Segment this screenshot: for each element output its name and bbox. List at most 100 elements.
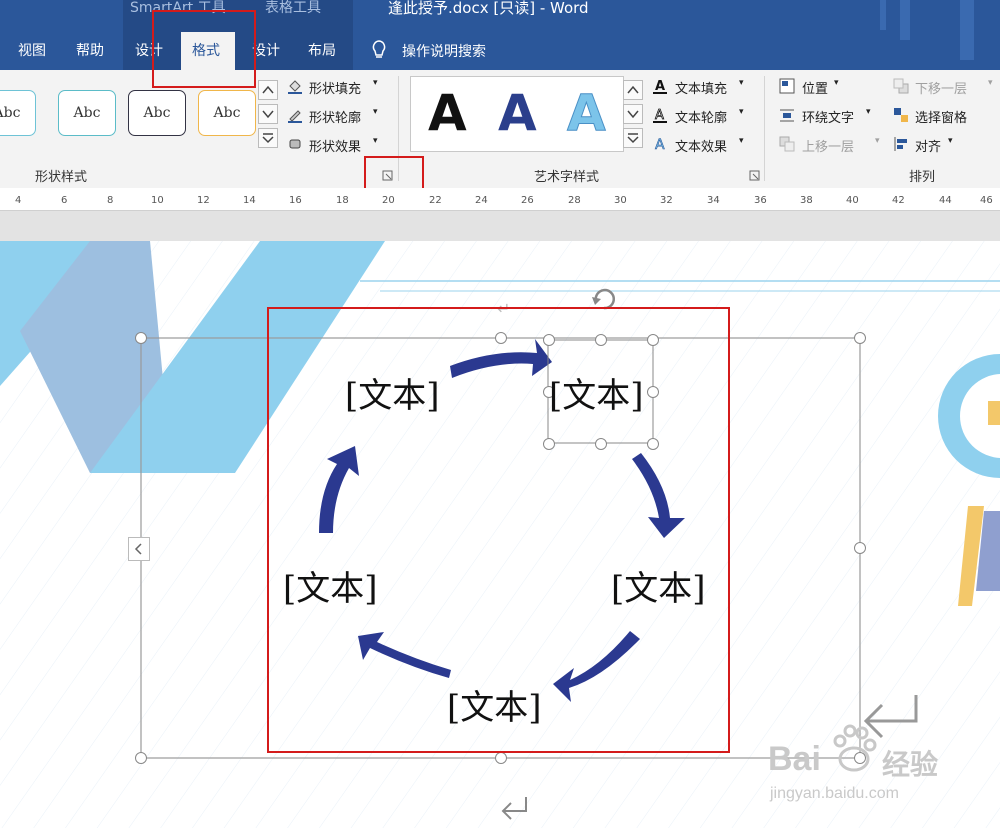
chevron-up-icon xyxy=(262,85,274,94)
gallery-more-icon xyxy=(627,133,639,144)
text-outline-button[interactable]: 文本轮廓 xyxy=(675,107,727,126)
dialog-launcher-icon[interactable] xyxy=(749,170,761,182)
tab-table-design[interactable]: 设计 xyxy=(252,40,280,60)
gallery-scroll-down[interactable] xyxy=(258,104,278,124)
wordart-scroll-down[interactable] xyxy=(623,104,643,124)
wordart-scroll-up[interactable] xyxy=(623,80,643,100)
chevron-down-icon: ▾ xyxy=(739,78,744,88)
wrap-text-button[interactable]: 环绕文字 xyxy=(802,107,854,126)
ruler-tick: 6 xyxy=(61,195,68,206)
ruler-tick: 32 xyxy=(660,195,673,206)
text-outline-icon: A xyxy=(653,108,667,123)
text-fill-button[interactable]: 文本填充 xyxy=(675,78,727,97)
chevron-down-icon xyxy=(627,110,639,119)
ruler-tick: 18 xyxy=(336,195,349,206)
svg-text:A: A xyxy=(655,79,665,94)
ruler-tick: 14 xyxy=(243,195,256,206)
ruler-tick: 34 xyxy=(707,195,720,206)
align-icon xyxy=(894,137,907,151)
bring-forward-button[interactable]: 上移一层 xyxy=(802,136,854,155)
pen-outline-icon xyxy=(288,110,302,123)
wordart-more[interactable] xyxy=(623,128,643,148)
shape-outline-button[interactable]: 形状轮廓 xyxy=(309,107,361,126)
document-title: 逢此授予.docx [只读] - Word xyxy=(388,0,589,17)
shape-style-2[interactable]: Abc xyxy=(58,90,116,136)
ruler-tick: 12 xyxy=(197,195,210,206)
gallery-more[interactable] xyxy=(258,128,278,148)
svg-text:A: A xyxy=(655,137,665,152)
highlight-smartart xyxy=(267,307,730,753)
ruler-tick: 8 xyxy=(107,195,114,206)
shape-effects-icon xyxy=(289,139,301,149)
text-effects-icon: A xyxy=(655,137,666,152)
baidu-paw-icon xyxy=(833,724,877,772)
ribbon-separator xyxy=(764,76,765,181)
wordart-style-blue[interactable]: A xyxy=(498,80,537,146)
watermark-brand-cn: 经验 xyxy=(882,749,939,780)
ruler-tick: 46 xyxy=(980,195,993,206)
send-backward-button[interactable]: 下移一层 xyxy=(915,78,967,97)
gallery-scroll-up[interactable] xyxy=(258,80,278,100)
group-label-arrange: 排列 xyxy=(909,170,936,185)
ruler-tick: 20 xyxy=(382,195,395,206)
wordart-style-black[interactable]: A xyxy=(428,80,467,146)
chevron-down-icon: ▾ xyxy=(988,78,993,88)
send-backward-icon xyxy=(893,78,909,94)
chevron-down-icon: ▾ xyxy=(866,107,871,117)
ruler-tick: 28 xyxy=(568,195,581,206)
ruler-tick: 26 xyxy=(521,195,534,206)
ruler-tick: 4 xyxy=(15,195,22,206)
ruler-tick: 36 xyxy=(754,195,767,206)
group-label-wordart-styles: 艺术字样式 xyxy=(534,170,600,185)
ruler-tick: 22 xyxy=(429,195,442,206)
watermark-brand: Bai xyxy=(768,740,821,778)
paint-bucket-icon xyxy=(288,80,302,94)
chevron-down-icon: ▾ xyxy=(373,136,378,146)
chevron-down-icon: ▾ xyxy=(373,107,378,117)
ruler-tick: 38 xyxy=(800,195,813,206)
position-icon xyxy=(779,78,795,94)
wordart-style-light[interactable]: A xyxy=(567,80,607,146)
lightbulb-icon xyxy=(372,40,386,58)
chevron-down-icon: ▾ xyxy=(948,136,953,146)
tab-view[interactable]: 视图 xyxy=(18,40,46,60)
text-fill-icon: A xyxy=(653,79,667,94)
gallery-more-icon xyxy=(262,133,274,144)
chevron-down-icon: ▾ xyxy=(834,78,839,88)
text-effects-button[interactable]: 文本效果 xyxy=(675,136,727,155)
chevron-down-icon: ▾ xyxy=(373,78,378,88)
group-label-shape-styles: 形状样式 xyxy=(35,170,88,185)
chevron-up-icon xyxy=(627,85,639,94)
shape-fill-button[interactable]: 形状填充 xyxy=(309,78,361,97)
selection-pane-icon xyxy=(894,108,908,122)
titlebar-decoration xyxy=(960,0,974,60)
chevron-down-icon xyxy=(262,110,274,119)
ruler-tick: 30 xyxy=(614,195,627,206)
selection-pane-button[interactable]: 选择窗格 xyxy=(915,107,967,126)
position-button[interactable]: 位置 xyxy=(802,78,828,97)
ruler-tick: 24 xyxy=(475,195,488,206)
svg-text:A: A xyxy=(655,108,664,123)
return-arrow-icon xyxy=(501,797,527,820)
shape-style-1[interactable]: Abc xyxy=(0,90,36,136)
page-gap xyxy=(0,211,1000,241)
ruler-tick: 10 xyxy=(151,195,164,206)
ruler-tick: 16 xyxy=(289,195,302,206)
chevron-down-icon: ▾ xyxy=(739,136,744,146)
shape-style-4[interactable]: Abc xyxy=(198,90,256,136)
tab-help[interactable]: 帮助 xyxy=(76,40,104,60)
document-canvas[interactable]: ↵ [文本] [文本] [文本] [文本] [文本] Bai 经验 jingya… xyxy=(0,241,1000,828)
align-button[interactable]: 对齐 xyxy=(915,136,941,155)
context-title-table: 表格工具 xyxy=(265,0,321,16)
chevron-down-icon: ▾ xyxy=(739,107,744,117)
shape-effects-button[interactable]: 形状效果 xyxy=(309,136,361,155)
highlight-dialog-launcher xyxy=(364,156,424,192)
tab-layout[interactable]: 布局 xyxy=(308,40,336,60)
titlebar-decoration xyxy=(900,0,910,40)
highlight-format-tab xyxy=(152,10,256,88)
ruler-tick: 42 xyxy=(892,195,905,206)
tell-me-search[interactable]: 操作说明搜索 xyxy=(402,41,486,61)
shape-style-3[interactable]: Abc xyxy=(128,90,186,136)
bring-forward-icon xyxy=(779,136,795,152)
ruler-tick: 40 xyxy=(846,195,859,206)
